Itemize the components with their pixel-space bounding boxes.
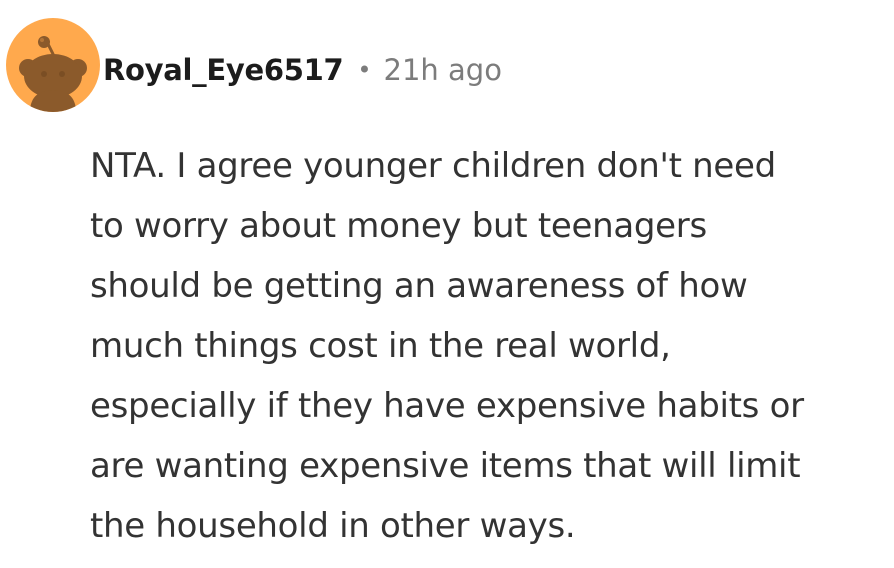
timestamp[interactable]: 21h ago (384, 53, 502, 87)
separator-dot: • (357, 56, 372, 84)
username-link[interactable]: Royal_Eye6517 (103, 53, 344, 87)
comment-line: are wanting expensive items that will li… (90, 446, 801, 486)
comment-card: Royal_Eye6517 • 21h ago NTA. I agree you… (0, 0, 894, 568)
comment-line: to worry about money but teenagers (90, 206, 707, 246)
snoo-avatar-icon (19, 36, 87, 112)
comment-line: especially if they have expensive habits… (90, 386, 804, 426)
comment-line: NTA. I agree younger children don't need (90, 146, 776, 186)
comment-line: the household in other ways. (90, 506, 576, 546)
comment-body: NTA. I agree younger children don't need… (90, 136, 890, 556)
comment-header: Royal_Eye6517 • 21h ago (103, 50, 502, 90)
avatar[interactable] (6, 18, 100, 112)
comment-line: should be getting an awareness of how (90, 266, 748, 306)
comment-line: much things cost in the real world, (90, 326, 671, 366)
